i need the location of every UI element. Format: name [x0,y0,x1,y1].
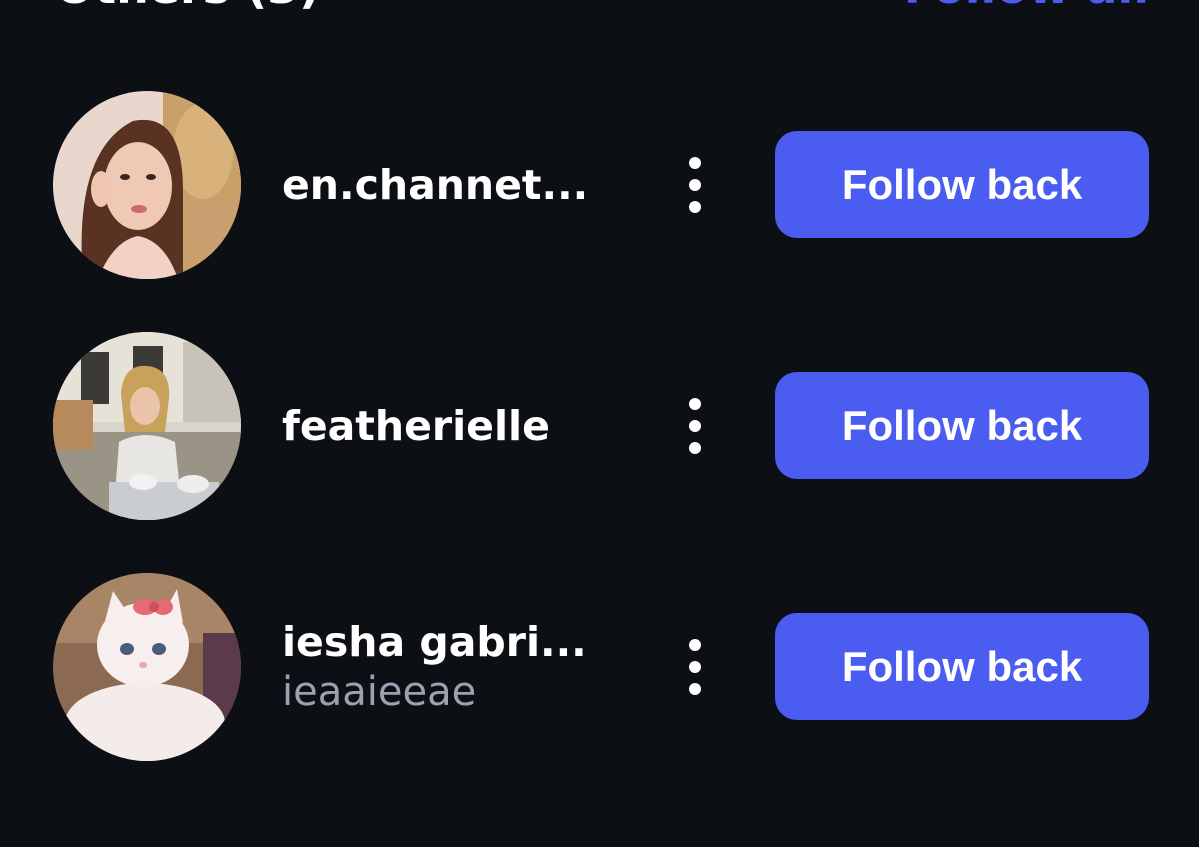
user-names: en.channet... [282,91,612,279]
user-names: iesha gabri... ieaaieeae [282,573,612,761]
display-name: en.channet... [282,161,589,209]
username: ieaaieeae [282,669,477,715]
avatar[interactable] [53,573,241,761]
user-names: featherielle [282,332,612,520]
follow-back-button[interactable]: Follow back [775,131,1149,238]
section-header: Others (3) Follow all [0,0,1199,20]
more-vertical-icon[interactable] [672,392,718,460]
more-vertical-icon[interactable] [672,151,718,219]
list-item[interactable]: iesha gabri... ieaaieeae Follow back [0,573,1199,761]
list-item[interactable]: en.channet... Follow back [0,91,1199,279]
avatar[interactable] [53,91,241,279]
more-vertical-icon[interactable] [672,633,718,701]
list-item[interactable]: featherielle Follow back [0,332,1199,520]
display-name: iesha gabri... [282,618,587,666]
section-title: Others (3) [55,0,320,14]
avatar[interactable] [53,332,241,520]
follow-back-button[interactable]: Follow back [775,613,1149,720]
follow-all-button[interactable]: Follow all [904,0,1149,14]
display-name: featherielle [282,402,550,450]
follow-back-button[interactable]: Follow back [775,372,1149,479]
